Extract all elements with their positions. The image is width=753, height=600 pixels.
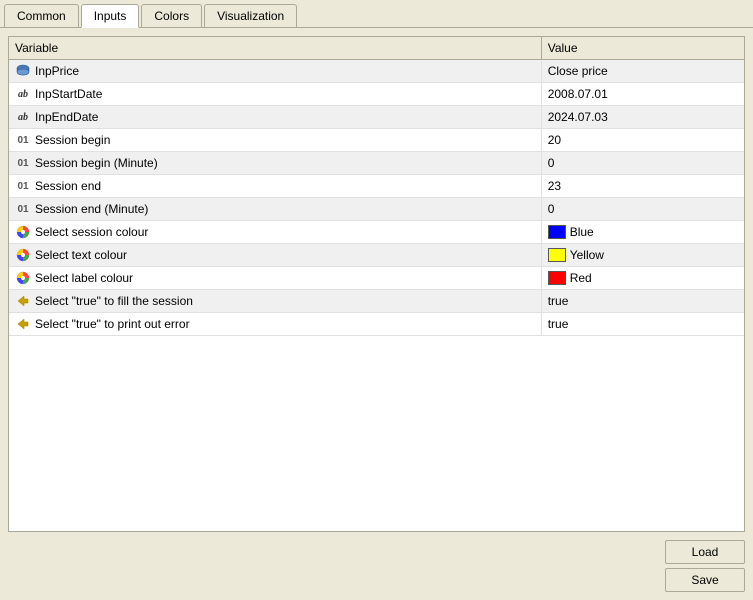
- table-row[interactable]: 01 Session begin (Minute) 0: [9, 152, 744, 175]
- var-cell: Select label colour: [15, 270, 535, 286]
- variable-value: true: [541, 313, 744, 336]
- table-row[interactable]: 01 Session end 23: [9, 175, 744, 198]
- ab-icon: ab: [15, 109, 31, 125]
- variable-value: 0: [541, 198, 744, 221]
- table-row[interactable]: Select label colour Red: [9, 267, 744, 290]
- var-cell: 01 Session begin: [15, 132, 535, 148]
- tab-bar: CommonInputsColorsVisualization: [0, 0, 753, 28]
- color-swatch: [548, 225, 566, 239]
- variable-value: Blue: [541, 221, 744, 244]
- var-cell: 01 Session begin (Minute): [15, 155, 535, 171]
- load-button[interactable]: Load: [665, 540, 745, 564]
- var-cell: Select session colour: [15, 224, 535, 240]
- table-row[interactable]: Select session colour Blue: [9, 221, 744, 244]
- color-swatch: [548, 271, 566, 285]
- main-window: CommonInputsColorsVisualization Variable…: [0, 0, 753, 600]
- variable-table: Variable Value InpPrice Close price ab InpS…: [9, 37, 744, 336]
- variable-value: Yellow: [541, 244, 744, 267]
- table-row[interactable]: ab InpEndDate 2024.07.03: [9, 106, 744, 129]
- variable-name: Session end (Minute): [35, 202, 148, 216]
- tab-inputs[interactable]: Inputs: [81, 4, 140, 28]
- variable-value: 2024.07.03: [541, 106, 744, 129]
- variable-name: Select "true" to print out error: [35, 317, 190, 331]
- table-row[interactable]: InpPrice Close price: [9, 60, 744, 83]
- table-row[interactable]: 01 Session begin 20: [9, 129, 744, 152]
- color-swatch: [548, 248, 566, 262]
- variable-name: Session begin (Minute): [35, 156, 158, 170]
- variable-value: true: [541, 290, 744, 313]
- table-row[interactable]: 01 Session end (Minute) 0: [9, 198, 744, 221]
- col-header-variable: Variable: [9, 37, 541, 60]
- var-cell: ab InpStartDate: [15, 86, 535, 102]
- db-icon: [15, 63, 31, 79]
- var-cell: Select "true" to fill the session: [15, 293, 535, 309]
- save-button[interactable]: Save: [665, 568, 745, 592]
- color-palette-icon: [15, 247, 31, 263]
- variable-name: Session begin: [35, 133, 110, 147]
- variable-name: InpStartDate: [35, 87, 102, 101]
- button-area: Load Save: [8, 532, 745, 592]
- var-cell: Select "true" to print out error: [15, 316, 535, 332]
- arrow-icon: [15, 316, 31, 332]
- variable-name: Select label colour: [35, 271, 133, 285]
- variable-name: Session end: [35, 179, 101, 193]
- variable-name: InpPrice: [35, 64, 79, 78]
- color-palette-icon: [15, 224, 31, 240]
- arrow-icon: [15, 293, 31, 309]
- numeric-icon: 01: [15, 178, 31, 194]
- var-cell: 01 Session end (Minute): [15, 201, 535, 217]
- variable-table-container: Variable Value InpPrice Close price ab InpS…: [8, 36, 745, 532]
- variable-name: Select session colour: [35, 225, 148, 239]
- table-row[interactable]: Select "true" to fill the session true: [9, 290, 744, 313]
- variable-value: 20: [541, 129, 744, 152]
- var-cell: Select text colour: [15, 247, 535, 263]
- content-area: Variable Value InpPrice Close price ab InpS…: [0, 28, 753, 600]
- variable-value: 0: [541, 152, 744, 175]
- table-row[interactable]: Select "true" to print out error true: [9, 313, 744, 336]
- tab-common[interactable]: Common: [4, 4, 79, 27]
- table-row[interactable]: ab InpStartDate 2008.07.01: [9, 83, 744, 106]
- tab-colors[interactable]: Colors: [141, 4, 202, 27]
- variable-name: Select text colour: [35, 248, 127, 262]
- variable-value: Red: [541, 267, 744, 290]
- numeric-icon: 01: [15, 201, 31, 217]
- table-row[interactable]: Select text colour Yellow: [9, 244, 744, 267]
- variable-value: 2008.07.01: [541, 83, 744, 106]
- numeric-icon: 01: [15, 132, 31, 148]
- ab-icon: ab: [15, 86, 31, 102]
- color-palette-icon: [15, 270, 31, 286]
- numeric-icon: 01: [15, 155, 31, 171]
- var-cell: 01 Session end: [15, 178, 535, 194]
- var-cell: ab InpEndDate: [15, 109, 535, 125]
- tab-visualization[interactable]: Visualization: [204, 4, 297, 27]
- variable-name: InpEndDate: [35, 110, 98, 124]
- variable-value: Close price: [541, 60, 744, 83]
- variable-name: Select "true" to fill the session: [35, 294, 193, 308]
- variable-value: 23: [541, 175, 744, 198]
- var-cell: InpPrice: [15, 63, 535, 79]
- col-header-value: Value: [541, 37, 744, 60]
